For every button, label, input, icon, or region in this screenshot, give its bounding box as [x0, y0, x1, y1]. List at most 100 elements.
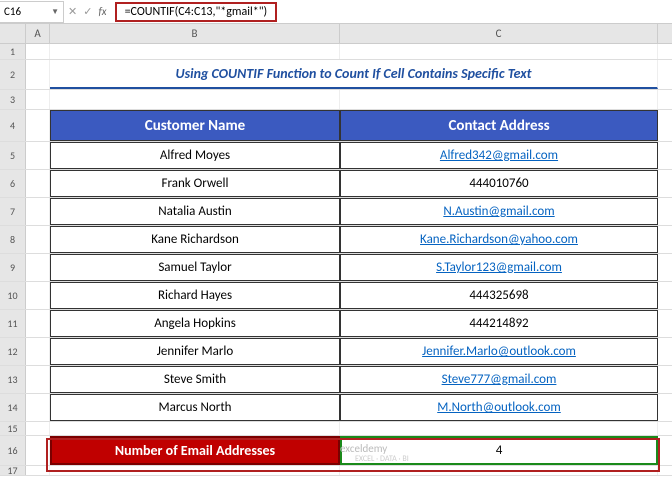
cell-B3[interactable]: [50, 90, 340, 109]
cell-A14[interactable]: [26, 394, 50, 421]
customer-name-cell[interactable]: Richard Hayes: [50, 282, 340, 309]
row-header-17[interactable]: 17: [0, 466, 26, 475]
email-link[interactable]: Jennifer.Marlo@outlook.com: [422, 344, 576, 359]
row-1: 1: [0, 44, 672, 60]
cell-C3[interactable]: [340, 90, 658, 109]
row-4: 4 Customer Name Contact Address: [0, 110, 672, 142]
table-row: 10 Richard Hayes444325698: [0, 282, 672, 310]
cell-A5[interactable]: [26, 142, 50, 169]
contact-cell[interactable]: Jennifer.Marlo@outlook.com: [340, 338, 658, 365]
contact-cell[interactable]: 444010760: [340, 170, 658, 197]
cell-A11[interactable]: [26, 310, 50, 337]
cell-A4[interactable]: [26, 110, 50, 141]
select-all-corner[interactable]: [0, 24, 26, 43]
row-header-15[interactable]: 15: [0, 422, 26, 435]
row-header-1[interactable]: 1: [0, 44, 26, 59]
cell-A9[interactable]: [26, 254, 50, 281]
contact-cell[interactable]: N.Austin@gmail.com: [340, 198, 658, 225]
formula-bar-buttons: ✕ ✓ fx: [64, 5, 111, 18]
cell-A1[interactable]: [26, 44, 50, 59]
email-link[interactable]: S.Taylor123@gmail.com: [436, 260, 562, 275]
contact-cell[interactable]: 444325698: [340, 282, 658, 309]
customer-name-cell[interactable]: Marcus North: [50, 394, 340, 421]
cell-A16[interactable]: [26, 436, 50, 465]
check-icon[interactable]: ✓: [83, 5, 92, 18]
row-header-5[interactable]: 5: [0, 142, 26, 169]
table-row: 6 Frank Orwell444010760: [0, 170, 672, 198]
cell-A3[interactable]: [26, 90, 50, 109]
cell-C17[interactable]: [340, 466, 658, 475]
row-header-7[interactable]: 7: [0, 198, 26, 225]
formula-bar: C16 ▼ ✕ ✓ fx =COUNTIF(C4:C13,"*gmail*"): [0, 0, 672, 24]
table-row: 14 Marcus North M.North@outlook.com: [0, 394, 672, 422]
cell-A8[interactable]: [26, 226, 50, 253]
email-link[interactable]: Steve777@gmail.com: [442, 372, 557, 387]
customer-name-cell[interactable]: Kane Richardson: [50, 226, 340, 253]
cell-A6[interactable]: [26, 170, 50, 197]
customer-name-cell[interactable]: Frank Orwell: [50, 170, 340, 197]
formula-input[interactable]: =COUNTIF(C4:C13,"*gmail*"): [115, 2, 278, 22]
col-header-B[interactable]: B: [50, 24, 340, 43]
cell-A15[interactable]: [26, 422, 50, 435]
result-value[interactable]: 4: [340, 436, 658, 465]
cell-B1[interactable]: [50, 44, 340, 59]
cell-A13[interactable]: [26, 366, 50, 393]
row-header-13[interactable]: 13: [0, 366, 26, 393]
contact-cell[interactable]: Steve777@gmail.com: [340, 366, 658, 393]
customer-name-cell[interactable]: Jennifer Marlo: [50, 338, 340, 365]
cell-A10[interactable]: [26, 282, 50, 309]
cell-C1[interactable]: [340, 44, 658, 59]
title-cell[interactable]: Using COUNTIF Function to Count If Cell …: [50, 60, 658, 89]
table-row: 13 Steve Smith Steve777@gmail.com: [0, 366, 672, 394]
row-header-11[interactable]: 11: [0, 310, 26, 337]
email-link[interactable]: Alfred342@gmail.com: [440, 148, 558, 163]
row-header-4[interactable]: 4: [0, 110, 26, 141]
customer-name-cell[interactable]: Samuel Taylor: [50, 254, 340, 281]
col-header-A[interactable]: A: [26, 24, 50, 43]
customer-name-cell[interactable]: Angela Hopkins: [50, 310, 340, 337]
customer-name-cell[interactable]: Natalia Austin: [50, 198, 340, 225]
cell-A17[interactable]: [26, 466, 50, 475]
table-row: 7 Natalia Austin N.Austin@gmail.com: [0, 198, 672, 226]
fx-icon[interactable]: fx: [98, 5, 106, 18]
result-label[interactable]: Number of Email Addresses: [50, 436, 340, 465]
row-header-2[interactable]: 2: [0, 60, 26, 89]
row-16: 16 Number of Email Addresses 4: [0, 436, 672, 466]
cell-B17[interactable]: [50, 466, 340, 475]
table-row: 5 Alfred Moyes Alfred342@gmail.com: [0, 142, 672, 170]
row-17: 17: [0, 466, 672, 476]
cell-B15[interactable]: [50, 422, 340, 435]
contact-cell[interactable]: 444214892: [340, 310, 658, 337]
row-header-16[interactable]: 16: [0, 436, 26, 465]
table-row: 12 Jennifer Marlo Jennifer.Marlo@outlook.c…: [0, 338, 672, 366]
row-15: 15: [0, 422, 672, 436]
cell-C15[interactable]: [340, 422, 658, 435]
row-header-9[interactable]: 9: [0, 254, 26, 281]
header-contact[interactable]: Contact Address: [340, 110, 658, 141]
email-link[interactable]: Kane.Richardson@yahoo.com: [420, 232, 578, 247]
cell-A12[interactable]: [26, 338, 50, 365]
row-header-6[interactable]: 6: [0, 170, 26, 197]
row-header-3[interactable]: 3: [0, 90, 26, 109]
email-link[interactable]: N.Austin@gmail.com: [443, 204, 554, 219]
customer-name-cell[interactable]: Alfred Moyes: [50, 142, 340, 169]
rows-container: 1 2 Using COUNTIF Function to Count If C…: [0, 44, 672, 476]
contact-cell[interactable]: S.Taylor123@gmail.com: [340, 254, 658, 281]
cancel-icon[interactable]: ✕: [68, 5, 77, 18]
email-link[interactable]: M.North@outlook.com: [437, 400, 561, 415]
cell-A2[interactable]: [26, 60, 50, 89]
contact-cell[interactable]: Kane.Richardson@yahoo.com: [340, 226, 658, 253]
row-header-12[interactable]: 12: [0, 338, 26, 365]
contact-cell[interactable]: Alfred342@gmail.com: [340, 142, 658, 169]
row-header-14[interactable]: 14: [0, 394, 26, 421]
row-header-10[interactable]: 10: [0, 282, 26, 309]
name-box-value: C16: [4, 5, 51, 18]
name-box[interactable]: C16 ▼: [0, 1, 64, 23]
col-header-C[interactable]: C: [340, 24, 658, 43]
cell-A7[interactable]: [26, 198, 50, 225]
contact-cell[interactable]: M.North@outlook.com: [340, 394, 658, 421]
chevron-down-icon[interactable]: ▼: [51, 7, 59, 17]
row-header-8[interactable]: 8: [0, 226, 26, 253]
header-name[interactable]: Customer Name: [50, 110, 340, 141]
customer-name-cell[interactable]: Steve Smith: [50, 366, 340, 393]
